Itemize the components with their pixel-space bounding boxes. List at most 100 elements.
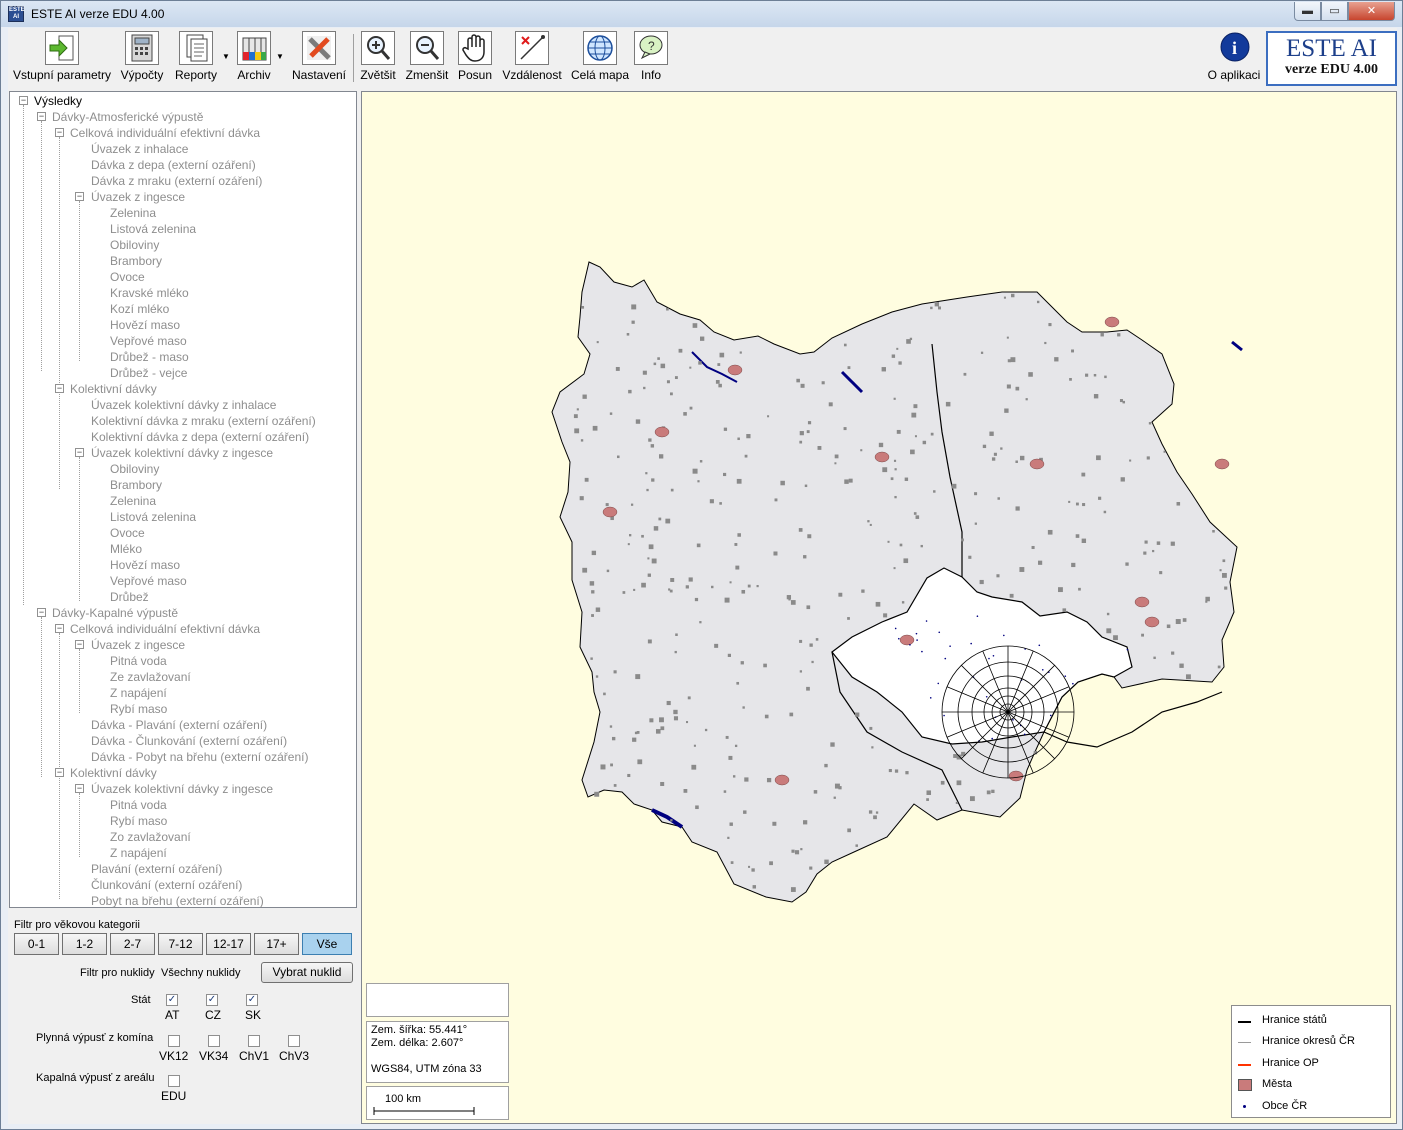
tree-node[interactable]: Drůbež	[110, 589, 149, 605]
tree-node[interactable]: Člunkování (externí ozáření)	[91, 877, 242, 893]
input-params-button[interactable]: Vstupní parametry	[12, 31, 112, 87]
state-sk-checkbox[interactable]: ✓	[246, 994, 258, 1006]
tree-node[interactable]: Hovězí maso	[110, 317, 180, 333]
stack-chv1-checkbox[interactable]	[248, 1035, 260, 1047]
close-button[interactable]: ✕	[1348, 2, 1395, 21]
collapse-icon[interactable]: −	[37, 608, 46, 617]
liquid-edu-checkbox[interactable]	[168, 1075, 180, 1087]
map-canvas[interactable]	[362, 92, 1396, 1123]
settlement-mark	[600, 764, 606, 770]
tree-node[interactable]: Dávka - Člunkování (externí ozáření)	[91, 733, 287, 749]
zoom-out-button[interactable]: Zmenšit	[403, 31, 451, 87]
tree-node[interactable]: Kolektivní dávka z depa (externí ozáření…	[91, 429, 309, 445]
tree-node[interactable]: Drůbež - maso	[110, 349, 189, 365]
stack-vk12-checkbox[interactable]	[168, 1035, 180, 1047]
collapse-icon[interactable]: −	[55, 624, 64, 633]
age-button-12-17[interactable]: 12-17	[206, 933, 251, 955]
tree-node[interactable]: Pobyt na břehu (externí ozáření)	[91, 893, 264, 907]
about-button[interactable]: i O aplikaci	[1206, 31, 1262, 87]
tree-node[interactable]: Z napájení	[110, 685, 167, 701]
tree-node[interactable]: Vepřové maso	[110, 333, 187, 349]
tree-node[interactable]: Kravské mléko	[110, 285, 189, 301]
tree-node[interactable]: Dávka z mraku (externí ozáření)	[91, 173, 262, 189]
collapse-icon[interactable]: −	[37, 112, 46, 121]
full-map-button[interactable]: Celá mapa	[569, 31, 631, 87]
tree-node[interactable]: Dávka - Pobyt na břehu (externí ozáření)	[91, 749, 308, 765]
state-cz-checkbox[interactable]: ✓	[206, 994, 218, 1006]
pan-button[interactable]: Posun	[455, 31, 495, 87]
collapse-icon[interactable]: −	[75, 784, 84, 793]
collapse-icon[interactable]: −	[55, 384, 64, 393]
age-button-7-12[interactable]: 7-12	[158, 933, 203, 955]
settlement-mark	[1015, 506, 1020, 511]
zoom-in-button[interactable]: Zvětšit	[357, 31, 399, 87]
tree-node[interactable]: Dávka - Plavání (externí ozáření)	[91, 717, 267, 733]
settings-button[interactable]: Nastavení	[288, 31, 350, 87]
tree-node[interactable]: Brambory	[110, 477, 162, 493]
tree-node[interactable]: Z napájení	[110, 845, 167, 861]
tree-node[interactable]: Pitná voda	[110, 653, 167, 669]
tree-node[interactable]: Brambory	[110, 253, 162, 269]
tree-node[interactable]: Drůbež - vejce	[110, 365, 187, 381]
state-at-checkbox[interactable]: ✓	[166, 994, 178, 1006]
collapse-icon[interactable]: −	[55, 768, 64, 777]
reports-button[interactable]: Reporty	[172, 31, 220, 87]
collapse-icon[interactable]: −	[75, 640, 84, 649]
tree-node[interactable]: Vepřové maso	[110, 573, 187, 589]
age-button-17-plus[interactable]: 17+	[254, 933, 299, 955]
settlement-mark	[800, 383, 805, 388]
settlement-mark	[714, 643, 719, 648]
collapse-icon[interactable]: −	[75, 192, 84, 201]
results-tree[interactable]: − Výsledky − Dávky-Atmosferické výpustě …	[9, 91, 357, 908]
maximize-button[interactable]: ▭	[1321, 2, 1348, 21]
minimize-button[interactable]: ▬	[1294, 2, 1321, 21]
tree-node[interactable]: Ovoce	[110, 525, 145, 541]
edu-polar-grid	[941, 645, 1075, 779]
collapse-icon[interactable]: −	[55, 128, 64, 137]
settlement-mark	[861, 589, 865, 593]
reports-dropdown-arrow-icon[interactable]: ▼	[222, 52, 230, 61]
calculations-button[interactable]: Výpočty	[118, 31, 166, 87]
age-button-all[interactable]: Vše	[302, 933, 352, 955]
settlement-mark	[658, 517, 662, 521]
tree-node[interactable]: Kozí mléko	[110, 301, 169, 317]
tree-node[interactable]: Hovězí maso	[110, 557, 180, 573]
tree-node[interactable]: Zelenina	[110, 205, 156, 221]
age-button-1-2[interactable]: 1-2	[62, 933, 107, 955]
village-dot	[925, 620, 928, 622]
archive-button[interactable]: Archiv	[230, 31, 278, 87]
tree-node[interactable]: Ovoce	[110, 269, 145, 285]
tree-node[interactable]: Dávka z depa (externí ozáření)	[91, 157, 256, 173]
archive-dropdown-arrow-icon[interactable]: ▼	[276, 52, 284, 61]
age-button-2-7[interactable]: 2-7	[110, 933, 155, 955]
settlement-mark	[1217, 665, 1221, 669]
settlement-mark	[1007, 359, 1011, 363]
tree-node[interactable]: Plavání (externí ozáření)	[91, 861, 222, 877]
info-button[interactable]: ? Info	[633, 31, 669, 87]
stack-chv3-checkbox[interactable]	[288, 1035, 300, 1047]
tree-node[interactable]: Mléko	[110, 541, 142, 557]
tree-node[interactable]: Úvazek kolektivní dávky z inhalace	[91, 397, 276, 413]
distance-button[interactable]: Vzdálenost	[501, 31, 563, 87]
collapse-icon[interactable]: −	[19, 96, 28, 105]
tree-node[interactable]: Rybí maso	[110, 813, 167, 829]
tree-node[interactable]: Úvazek z inhalace	[91, 141, 188, 157]
age-button-0-1[interactable]: 0-1	[14, 933, 59, 955]
tree-node[interactable]: Kolektivní dávka z mraku (externí ozářen…	[91, 413, 316, 429]
settlement-mark	[898, 361, 902, 365]
tree-node[interactable]: Rybí maso	[110, 701, 167, 717]
tree-node[interactable]: Obiloviny	[110, 237, 159, 253]
title-bar[interactable]: ESTE AI ESTE AI verze EDU 4.00 ▬ ▭ ✕	[1, 1, 1402, 27]
tree-node[interactable]: Listová zelenina	[110, 509, 196, 525]
collapse-icon[interactable]: −	[75, 448, 84, 457]
tree-node[interactable]: Obiloviny	[110, 461, 159, 477]
settlement-mark	[700, 336, 705, 341]
stack-vk34-checkbox[interactable]	[208, 1035, 220, 1047]
pick-nuclide-button[interactable]: Vybrat nuklid	[261, 962, 353, 983]
tree-node[interactable]: Ze zavlažovaní	[110, 669, 191, 685]
map-view[interactable]: Zem. šířka: 55.441° Zem. délka: 2.607° W…	[361, 91, 1397, 1124]
tree-node[interactable]: Pitná voda	[110, 797, 167, 813]
tree-node[interactable]: Zelenina	[110, 493, 156, 509]
tree-node[interactable]: Zo zavlažovaní	[110, 829, 191, 845]
tree-node[interactable]: Listová zelenina	[110, 221, 196, 237]
